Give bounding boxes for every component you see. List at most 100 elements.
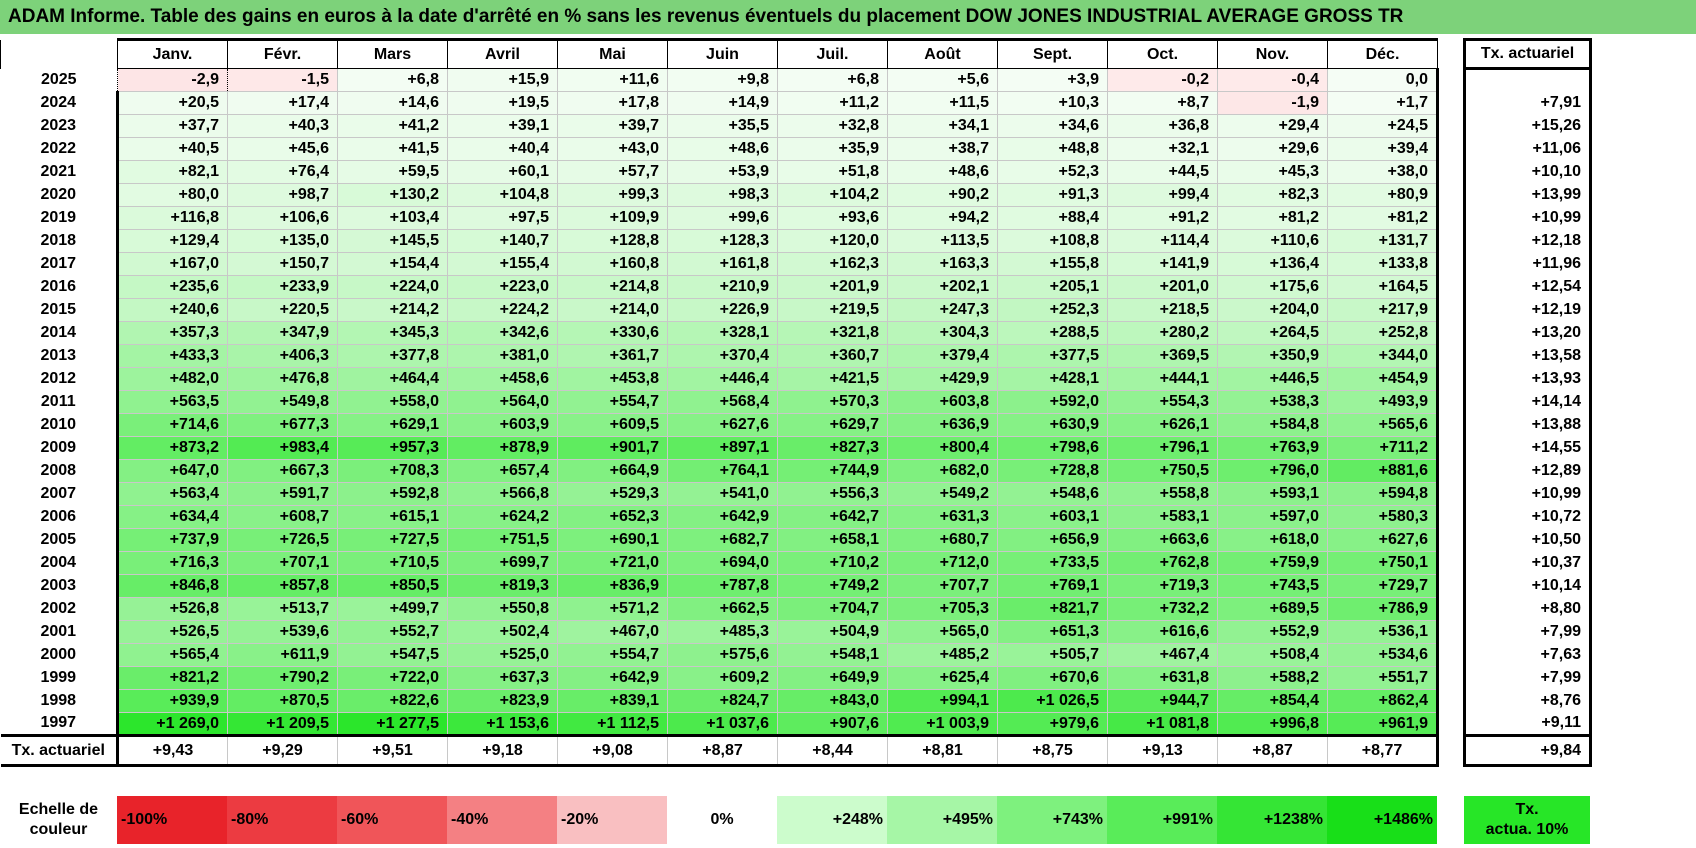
gain-cell: +80,9: [1327, 183, 1439, 207]
gain-cell: +862,4: [1327, 689, 1439, 713]
gain-cell: +588,2: [1217, 666, 1328, 690]
tx-actuariel-cell: +7,63: [1463, 643, 1592, 667]
gain-cell: +93,6: [777, 206, 888, 230]
gain-cell: +729,7: [1327, 574, 1439, 598]
gain-cell: +140,7: [447, 229, 558, 253]
gain-cell: +90,2: [887, 183, 998, 207]
gain-cell: +205,1: [997, 275, 1108, 299]
gain-cell: +377,5: [997, 344, 1108, 368]
gain-cell: +104,8: [447, 183, 558, 207]
gain-cell: +14,6: [337, 91, 448, 115]
gain-cell: +103,4: [337, 206, 448, 230]
gain-cell: +223,0: [447, 275, 558, 299]
gain-cell: +99,3: [557, 183, 668, 207]
gain-cell: +558,0: [337, 390, 448, 414]
gain-cell: +878,9: [447, 436, 558, 460]
table-row: 2016 +235,6 +233,9 +224,0 +223,0 +214,8 +210,9…: [0, 275, 1592, 299]
gain-cell: +694,0: [667, 551, 778, 575]
gain-cell: +548,6: [997, 482, 1108, 506]
column-gap: [1437, 482, 1465, 506]
annual-rate-label: Tx. actuariel: [0, 734, 118, 767]
gain-cell: +80,0: [116, 183, 228, 207]
gain-cell: +128,8: [557, 229, 668, 253]
gain-cell: +541,0: [667, 482, 778, 506]
gain-cell: +1 081,8: [1107, 712, 1218, 737]
gain-cell: +564,0: [447, 390, 558, 414]
gain-cell: +508,4: [1217, 643, 1328, 667]
gain-cell: +1 003,9: [887, 712, 998, 737]
tx-actuariel-cell: +10,37: [1463, 551, 1592, 575]
gain-cell: +161,8: [667, 252, 778, 276]
gain-cell: +485,2: [887, 643, 998, 667]
tx-actuariel-cell: +10,72: [1463, 505, 1592, 529]
gain-cell: +99,6: [667, 206, 778, 230]
year-label: 2008: [0, 459, 118, 483]
gain-cell: +8,7: [1107, 91, 1218, 115]
gain-cell: +525,0: [447, 643, 558, 667]
gain-cell: +32,1: [1107, 137, 1218, 161]
column-gap: [1437, 183, 1465, 207]
table-row: 2012 +482,0 +476,8 +464,4 +458,6 +453,8 +446,4…: [0, 367, 1592, 391]
gain-cell: +17,8: [557, 91, 668, 115]
gain-cell: +1 153,6: [447, 712, 558, 737]
month-header: Déc.: [1327, 38, 1438, 69]
gain-cell: +857,8: [227, 574, 338, 598]
gain-cell: +11,5: [887, 91, 998, 115]
gain-cell: +631,8: [1107, 666, 1218, 690]
gain-cell: +135,0: [227, 229, 338, 253]
gain-cell: +603,9: [447, 413, 558, 437]
column-gap: [1437, 321, 1465, 345]
column-gap: [1437, 91, 1465, 115]
gain-cell: +538,3: [1217, 390, 1328, 414]
tx-actuariel-cell: [1463, 68, 1592, 92]
gain-cell: +634,4: [116, 505, 228, 529]
annual-rate-cell: +9,08: [557, 734, 668, 767]
table-row: 2014 +357,3 +347,9 +345,3 +342,6 +330,6 +328,1…: [0, 321, 1592, 345]
gain-cell: +81,2: [1327, 206, 1439, 230]
tx-actuariel-cell: +7,99: [1463, 620, 1592, 644]
color-scale-step: 0%: [667, 796, 777, 844]
gain-cell: +150,7: [227, 252, 338, 276]
gain-cell: +226,9: [667, 298, 778, 322]
gain-cell: +214,0: [557, 298, 668, 322]
gain-cell: +550,8: [447, 597, 558, 621]
gain-cell: +433,3: [116, 344, 228, 368]
gain-cell: +15,9: [447, 68, 558, 92]
color-scale-step: -20%: [557, 796, 667, 844]
gain-cell: +175,6: [1217, 275, 1328, 299]
gain-cell: +502,4: [447, 620, 558, 644]
gain-cell: +6,8: [337, 68, 448, 92]
column-gap: [1437, 413, 1465, 437]
gain-cell: +1 112,5: [557, 712, 668, 737]
column-gap: [1437, 712, 1465, 736]
tx-actuariel-cell: +12,54: [1463, 275, 1592, 299]
gain-cell: -0,2: [1107, 68, 1218, 92]
column-gap: [1437, 620, 1465, 644]
gain-cell: +288,5: [997, 321, 1108, 345]
gain-cell: +637,3: [447, 666, 558, 690]
gain-cell: +558,8: [1107, 482, 1218, 506]
color-scale-step: +743%: [997, 796, 1107, 844]
gain-cell: +482,0: [116, 367, 228, 391]
gain-cell: +563,5: [116, 390, 228, 414]
year-label: 2020: [0, 183, 118, 207]
gain-cell: +104,2: [777, 183, 888, 207]
gain-cell: +110,6: [1217, 229, 1328, 253]
gain-cell: +565,4: [116, 643, 228, 667]
column-gap: [1437, 114, 1465, 138]
gain-cell: +642,9: [667, 505, 778, 529]
gain-cell: +204,0: [1217, 298, 1328, 322]
gain-cell: +597,0: [1217, 505, 1328, 529]
gain-cell: +556,3: [777, 482, 888, 506]
gain-cell: +48,6: [667, 137, 778, 161]
table-row: 2025 -2,9 -1,5 +6,8 +15,9 +11,6 +9,8 +6,8 +5,6 +3…: [0, 68, 1592, 92]
table-row: 2006 +634,4 +608,7 +615,1 +624,2 +652,3 +642,9…: [0, 505, 1592, 529]
gain-cell: +843,0: [777, 689, 888, 713]
color-scale-row: Echelle de couleur -100% -80% -60% -40% -20% 0%…: [0, 796, 1590, 844]
gain-cell: +240,6: [116, 298, 228, 322]
annual-rate-cell: +8,87: [667, 734, 778, 767]
tx-actuariel-cell: +11,96: [1463, 252, 1592, 276]
gain-cell: +796,1: [1107, 436, 1218, 460]
gain-cell: +552,9: [1217, 620, 1328, 644]
gain-cell: +1 269,0: [116, 712, 228, 737]
